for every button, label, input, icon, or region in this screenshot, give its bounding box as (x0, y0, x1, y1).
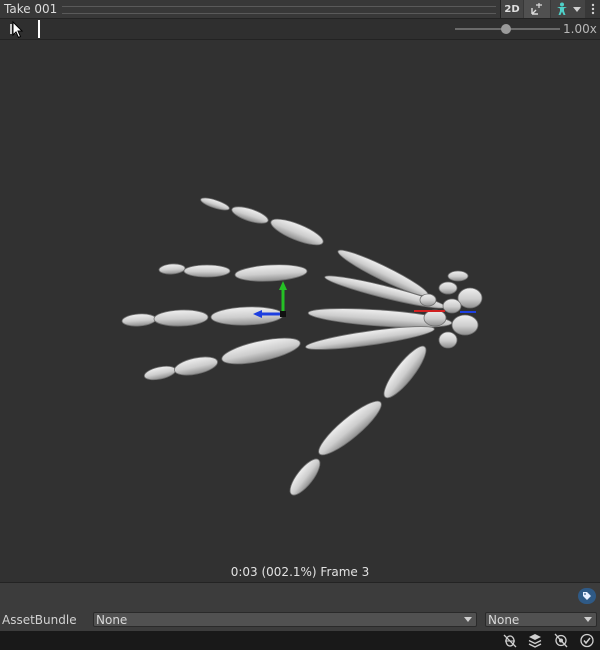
pivot-icon (531, 3, 542, 15)
kebab-menu-icon (591, 3, 595, 15)
assetbundle-variant-dropdown[interactable]: None (485, 612, 597, 627)
assetbundle-label: AssetBundle (2, 613, 77, 627)
chevron-down-icon (573, 6, 581, 12)
avatar-dropdown-button[interactable] (551, 0, 585, 18)
debug-icon[interactable] (502, 633, 518, 648)
status-bar (0, 631, 600, 650)
pivot-toggle-button[interactable] (524, 0, 550, 18)
preview-title: Take 001 (4, 2, 58, 16)
asset-labels-button[interactable] (578, 588, 596, 604)
playback-bar: 1.00x (0, 19, 600, 40)
hand-skeleton-model (121, 197, 483, 496)
playback-speed-label: 1.00x (563, 22, 597, 36)
assetbundle-name-dropdown[interactable]: None (93, 612, 477, 627)
timeline-scrubber[interactable] (38, 20, 40, 38)
playback-speed-knob[interactable] (501, 24, 511, 34)
tag-icon (583, 592, 591, 600)
more-options-button[interactable] (586, 0, 600, 18)
mouse-cursor-icon (12, 21, 24, 39)
preview-header: Take 001 2D (0, 0, 600, 19)
layers-icon[interactable] (527, 633, 543, 648)
assetbundle-variant-value: None (488, 613, 520, 627)
header-drag-bar[interactable] (62, 6, 496, 14)
avatar-icon (557, 2, 567, 15)
assetbundle-bar: AssetBundle None None (0, 582, 600, 631)
frame-info-label: 0:03 (002.1%) Frame 3 (230, 565, 370, 579)
check-icon[interactable] (579, 633, 595, 648)
network-icon[interactable] (553, 633, 569, 648)
chevron-down-icon (584, 617, 592, 622)
preview-viewport[interactable]: 0:03 (002.1%) Frame 3 (0, 40, 600, 582)
chevron-down-icon (464, 617, 472, 622)
assetbundle-name-value: None (96, 613, 128, 627)
2d-toggle-button[interactable]: 2D (500, 0, 523, 18)
